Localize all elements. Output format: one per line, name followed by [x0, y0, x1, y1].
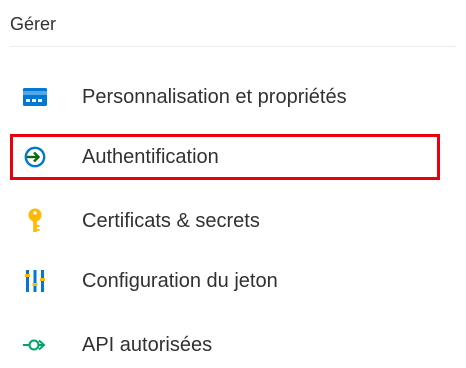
section-title: Gérer: [10, 14, 57, 34]
branding-card-icon: [22, 84, 48, 110]
nav-item-label: Personnalisation et propriétés: [82, 85, 347, 108]
nav-item-api-permissions[interactable]: API autorisées: [10, 322, 440, 368]
section-divider: [10, 46, 456, 47]
nav-item-branding[interactable]: Personnalisation et propriétés: [10, 74, 440, 120]
token-bars-icon: [22, 268, 48, 294]
key-icon: [22, 208, 48, 234]
authentication-arrow-icon: [22, 144, 48, 170]
api-arrow-icon: [22, 332, 48, 358]
nav-item-label: Certificats & secrets: [82, 209, 260, 232]
nav-item-authentication[interactable]: Authentification: [10, 134, 440, 180]
nav-item-certificates[interactable]: Certificats & secrets: [10, 198, 440, 244]
nav-item-token-configuration[interactable]: Configuration du jeton: [10, 258, 440, 304]
nav-item-label: API autorisées: [82, 333, 213, 356]
nav-item-label: Configuration du jeton: [82, 269, 278, 292]
nav-item-label: Authentification: [82, 145, 219, 168]
